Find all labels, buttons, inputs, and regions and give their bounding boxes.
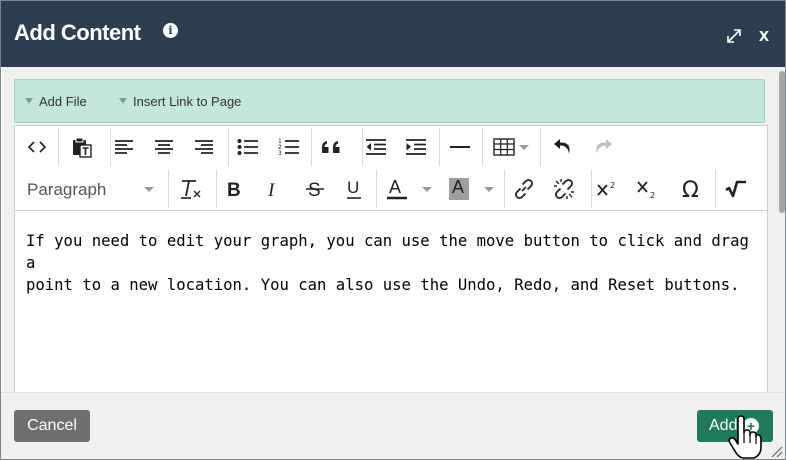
italic-icon[interactable]: I bbox=[261, 176, 287, 202]
align-center-icon[interactable] bbox=[151, 134, 177, 160]
horizontal-rule-icon[interactable] bbox=[447, 134, 473, 160]
align-left-icon[interactable] bbox=[111, 134, 137, 160]
omega-icon[interactable]: Ω bbox=[679, 176, 705, 202]
link-icon[interactable] bbox=[511, 176, 537, 202]
toolbar-separator bbox=[311, 128, 312, 166]
svg-text:U: U bbox=[347, 178, 359, 197]
close-button[interactable]: x bbox=[757, 25, 771, 45]
svg-text:2: 2 bbox=[610, 181, 615, 190]
toolbar-separator bbox=[58, 128, 59, 166]
bold-icon[interactable]: B bbox=[221, 176, 247, 202]
toolbar-separator bbox=[482, 128, 483, 166]
toolbar-separator bbox=[504, 170, 505, 208]
info-icon[interactable]: i bbox=[163, 23, 178, 38]
background-color-icon[interactable]: A bbox=[447, 176, 471, 202]
toolbar-row-1: 123 bbox=[15, 126, 767, 168]
underline-icon[interactable]: U bbox=[341, 176, 367, 202]
clear-format-icon[interactable] bbox=[178, 176, 204, 202]
numbered-list-icon[interactable]: 123 bbox=[276, 134, 302, 160]
rich-text-editor: 123 Paragraph B I S U A A 2 2 Ω If you n… bbox=[14, 125, 768, 415]
toolbar-separator bbox=[216, 170, 217, 208]
toolbar-separator bbox=[540, 128, 541, 166]
align-right-icon[interactable] bbox=[191, 134, 217, 160]
table-icon[interactable] bbox=[491, 134, 517, 160]
background-color-caret-icon[interactable] bbox=[484, 187, 494, 192]
insert-link-button[interactable]: Insert Link to Page bbox=[119, 94, 241, 109]
toolbar-separator bbox=[168, 170, 169, 208]
svg-text:Ω: Ω bbox=[682, 178, 699, 200]
subscript-icon[interactable]: 2 bbox=[634, 176, 660, 202]
caret-down-icon bbox=[25, 98, 33, 104]
superscript-icon[interactable]: 2 bbox=[594, 176, 620, 202]
svg-text:2: 2 bbox=[650, 191, 655, 199]
dialog-title: Add Content bbox=[14, 20, 141, 45]
bg-color-glyph: A bbox=[452, 177, 464, 197]
dialog-header: Add Content i x bbox=[1, 1, 785, 67]
toolbar-separator bbox=[439, 128, 440, 166]
insert-link-label: Insert Link to Page bbox=[133, 94, 242, 109]
cancel-button[interactable]: Cancel bbox=[14, 410, 90, 442]
add-content-dialog: Add Content i x Add File Insert Link to … bbox=[0, 0, 786, 460]
add-file-button[interactable]: Add File bbox=[25, 94, 87, 109]
paste-text-icon[interactable] bbox=[69, 134, 95, 160]
file-toolbar: Add File Insert Link to Page bbox=[14, 79, 765, 123]
bullet-list-icon[interactable] bbox=[235, 134, 261, 160]
text-color-caret-icon[interactable] bbox=[422, 187, 432, 192]
format-dropdown-caret-icon[interactable] bbox=[144, 187, 154, 192]
toolbar-separator bbox=[376, 170, 377, 208]
text-color-glyph: A bbox=[389, 177, 401, 197]
svg-text:3: 3 bbox=[278, 150, 282, 157]
toolbar-separator bbox=[591, 170, 592, 208]
caret-down-icon bbox=[119, 98, 127, 104]
editor-content[interactable]: If you need to edit your graph, you can … bbox=[26, 230, 756, 296]
hand-cursor-icon bbox=[728, 415, 762, 459]
resize-grip-icon[interactable] bbox=[769, 444, 783, 458]
svg-text:B: B bbox=[227, 180, 241, 198]
unlink-icon[interactable] bbox=[551, 176, 577, 202]
toolbar-row-2: Paragraph B I S U A A 2 2 Ω bbox=[15, 168, 767, 211]
strikethrough-icon[interactable]: S bbox=[302, 176, 328, 202]
text-color-icon[interactable]: A bbox=[385, 176, 409, 202]
code-icon[interactable] bbox=[24, 134, 50, 160]
toolbar-separator bbox=[228, 128, 229, 166]
undo-icon[interactable] bbox=[550, 134, 576, 160]
add-file-label: Add File bbox=[39, 94, 87, 109]
svg-text:I: I bbox=[267, 180, 276, 198]
scrollbar-thumb[interactable] bbox=[779, 71, 785, 213]
redo-icon[interactable] bbox=[590, 134, 616, 160]
expand-icon[interactable] bbox=[725, 27, 743, 45]
outdent-icon[interactable] bbox=[363, 134, 389, 160]
indent-icon[interactable] bbox=[403, 134, 429, 160]
math-icon[interactable] bbox=[723, 176, 749, 202]
blockquote-icon[interactable] bbox=[319, 134, 345, 160]
toolbar-separator bbox=[715, 170, 716, 208]
dialog-footer: Cancel Add + bbox=[1, 392, 785, 459]
table-dropdown-caret-icon[interactable] bbox=[519, 145, 529, 150]
